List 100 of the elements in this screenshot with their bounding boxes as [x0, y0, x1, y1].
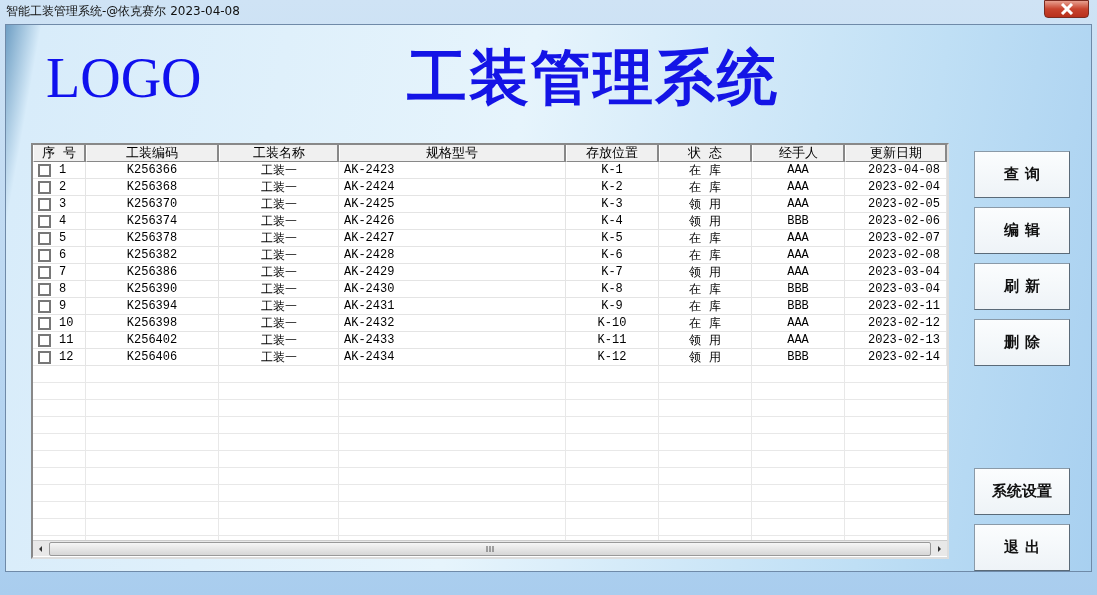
table-cell-text: 在 库 [689, 179, 721, 196]
table-cell-text: 在 库 [689, 298, 721, 315]
table-cell-text: 工装一 [260, 162, 297, 179]
scroll-right-icon[interactable] [935, 544, 943, 553]
action-button[interactable]: 编 辑 [974, 207, 1070, 254]
column-header[interactable]: 经手人 [752, 145, 845, 162]
row-number: 1 [59, 163, 67, 177]
table-cell: K256366 [126, 163, 178, 177]
column-header[interactable]: 状 态 [659, 145, 752, 162]
column-header[interactable]: 工装名称 [219, 145, 339, 162]
checkbox[interactable] [38, 197, 51, 211]
table-cell: AK-2427 [344, 231, 395, 245]
table-cell: AK-2428 [344, 248, 395, 262]
table-cell-text: 领 用 [689, 213, 721, 230]
action-button[interactable]: 系统设置 [974, 468, 1070, 515]
checkbox[interactable] [38, 265, 51, 279]
table-cell-text: 在 库 [689, 315, 721, 332]
logo: LOGO [46, 46, 202, 110]
table-cell-text: 工装一 [260, 230, 297, 247]
column-header[interactable]: 序 号 [33, 145, 86, 162]
close-icon [1059, 3, 1074, 15]
row-number: 8 [59, 282, 67, 296]
column-header[interactable]: 工装编码 [86, 145, 219, 162]
column-header[interactable]: 规格型号 [339, 145, 566, 162]
table-cell-text: 工装一 [260, 213, 297, 230]
table-cell: AK-2433 [344, 333, 395, 347]
table-cell: AK-2429 [344, 265, 395, 279]
table-cell-text: 在 库 [689, 162, 721, 179]
action-button[interactable]: 删 除 [974, 319, 1070, 366]
table-cell: BBB [787, 214, 809, 228]
checkbox[interactable] [38, 214, 51, 228]
table-cell-text: 工装一 [260, 315, 297, 332]
window-title: 智能工装管理系统-@依克赛尔 2023-04-08 [6, 3, 240, 20]
table-cell: K-10 [597, 316, 627, 330]
checkbox[interactable] [38, 180, 51, 194]
table-cell: K-5 [601, 231, 623, 245]
table-cell: AAA [787, 265, 809, 279]
checkbox[interactable] [38, 282, 51, 296]
row-number: 11 [59, 333, 74, 347]
action-button[interactable]: 刷 新 [974, 263, 1070, 310]
checkbox[interactable] [38, 299, 51, 313]
table-cell-text: 工装一 [260, 179, 297, 196]
table-cell: K256394 [126, 299, 178, 313]
action-button[interactable]: 退 出 [974, 524, 1070, 571]
table-cell: K256406 [126, 350, 178, 364]
row-number: 12 [59, 350, 74, 364]
table-cell: K256368 [126, 180, 178, 194]
row-number: 9 [59, 299, 67, 313]
table-cell: 2023-02-07 [868, 231, 940, 245]
table-cell: 2023-03-04 [868, 265, 940, 279]
table-cell: AK-2432 [344, 316, 395, 330]
table-cell: 2023-03-04 [868, 282, 940, 296]
table-cell: K256378 [126, 231, 178, 245]
table-cell: K-1 [601, 163, 623, 177]
table-cell: K-4 [601, 214, 623, 228]
table-cell: K256382 [126, 248, 178, 262]
checkbox[interactable] [38, 350, 51, 364]
table-cell: 2023-04-08 [868, 163, 940, 177]
checkbox[interactable] [38, 231, 51, 245]
grip-icon [486, 545, 494, 552]
action-button[interactable]: 查 询 [974, 151, 1070, 198]
checkbox[interactable] [38, 316, 51, 330]
table-cell: BBB [787, 299, 809, 313]
table-cell: 2023-02-06 [868, 214, 940, 228]
table-cell: 2023-02-12 [868, 316, 940, 330]
table-cell: BBB [787, 282, 809, 296]
scroll-left-icon[interactable] [37, 544, 45, 553]
table-cell: K-2 [601, 180, 623, 194]
checkbox[interactable] [38, 163, 51, 177]
table-cell: AK-2424 [344, 180, 395, 194]
column-header[interactable]: 存放位置 [566, 145, 659, 162]
table-cell: 2023-02-13 [868, 333, 940, 347]
table-cell: K256402 [126, 333, 178, 347]
app-title: 工装管理系统 [406, 43, 779, 113]
table-cell-text: 在 库 [689, 230, 721, 247]
table-cell: AAA [787, 231, 809, 245]
table-cell: K256390 [126, 282, 178, 296]
table-cell-text: 工装一 [260, 332, 297, 349]
table-cell: K256374 [126, 214, 178, 228]
table-cell: 2023-02-11 [868, 299, 940, 313]
table-cell-text: 工装一 [260, 264, 297, 281]
row-number: 10 [59, 316, 74, 330]
checkbox[interactable] [38, 333, 51, 347]
row-number: 4 [59, 214, 67, 228]
row-number: 6 [59, 248, 67, 262]
table-cell: K-3 [601, 197, 623, 211]
table-cell: K-9 [601, 299, 623, 313]
table-cell: K-11 [597, 333, 627, 347]
column-header[interactable]: 更新日期 [845, 145, 947, 162]
table-cell-text: 在 库 [689, 281, 721, 298]
table-cell-text: 领 用 [689, 264, 721, 281]
table-cell-text: 领 用 [689, 196, 721, 213]
close-button[interactable] [1044, 0, 1089, 18]
table-cell: K-8 [601, 282, 623, 296]
table-cell: 2023-02-04 [868, 180, 940, 194]
table-cell: K-7 [601, 265, 623, 279]
table-cell: AK-2423 [344, 163, 395, 177]
table-cell-text: 领 用 [689, 349, 721, 366]
checkbox[interactable] [38, 248, 51, 262]
table-cell: BBB [787, 350, 809, 364]
